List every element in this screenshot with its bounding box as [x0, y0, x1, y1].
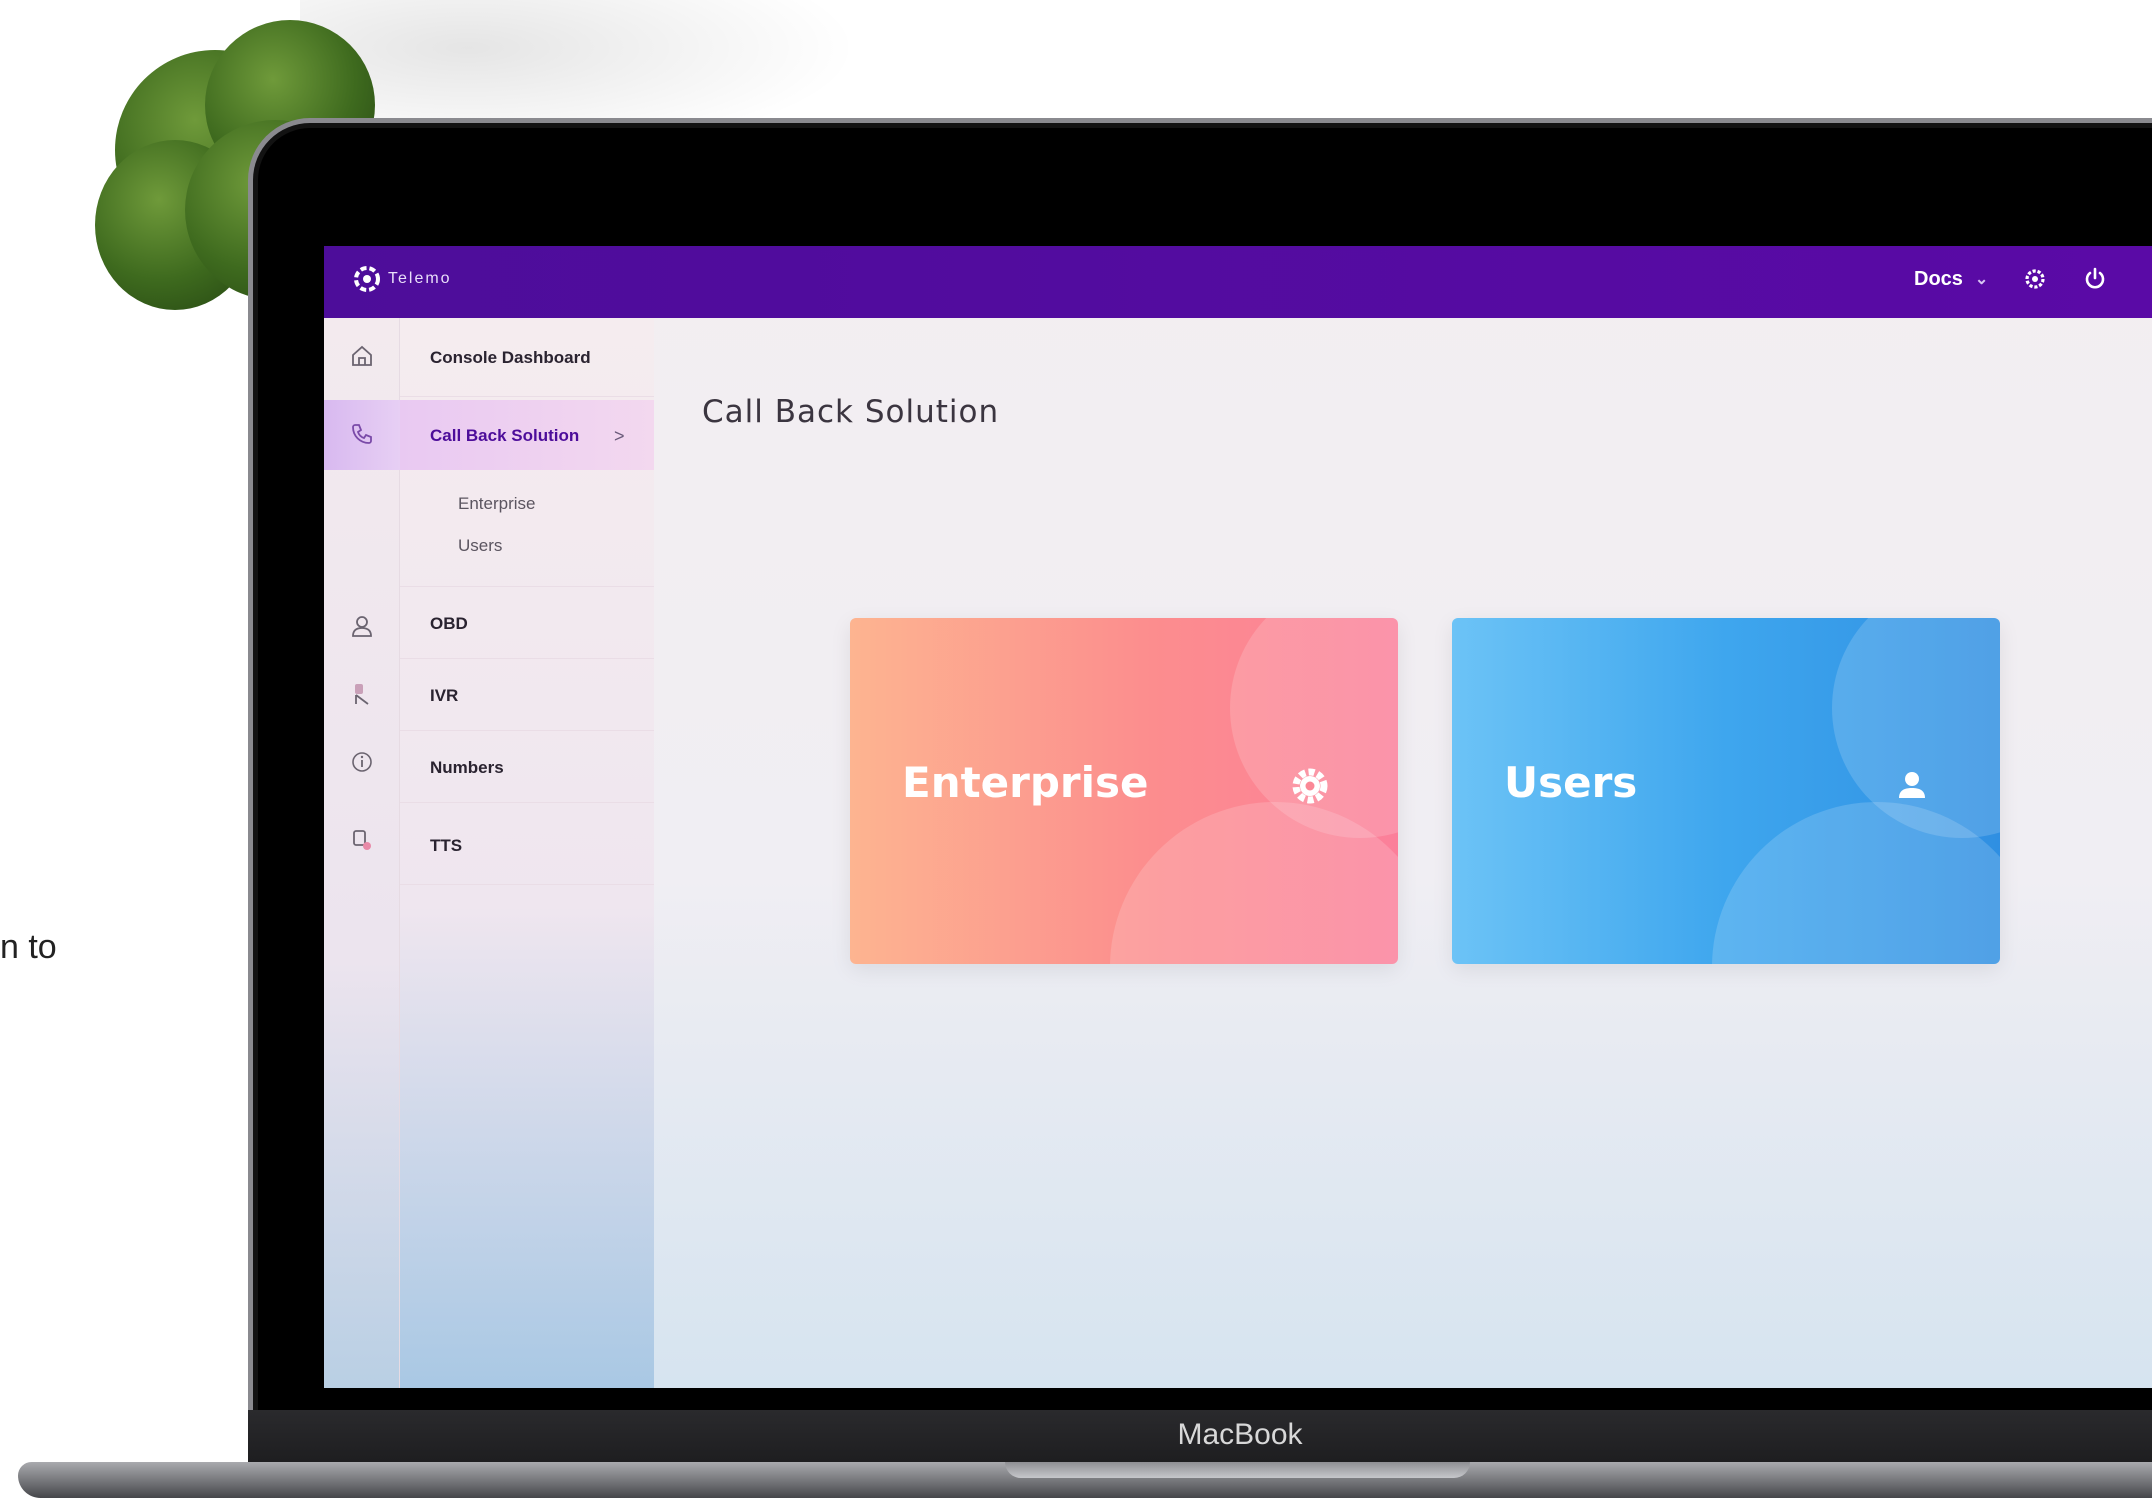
app-screen: Telemo Docs ⌄ Console Dashboard Call Bac… [324, 246, 2152, 1388]
phone-icon[interactable] [346, 418, 378, 450]
divider [400, 730, 654, 731]
sidebar-item-call-back-solution[interactable]: Call Back Solution > [400, 416, 654, 456]
divider [400, 802, 654, 803]
sidebar-item-label: OBD [430, 614, 468, 633]
sidebar-item-obd[interactable]: OBD [400, 604, 654, 644]
decor-circle [1712, 802, 2000, 964]
submenu-item-enterprise[interactable]: Enterprise [458, 494, 535, 514]
top-bar: Telemo Docs ⌄ [324, 246, 2152, 318]
sidebar-item-label: Numbers [430, 758, 504, 777]
sidebar-item-console-dashboard[interactable]: Console Dashboard [400, 338, 654, 378]
brand-name: Telemo [388, 270, 452, 287]
card-label: Users [1504, 758, 1638, 807]
sidebar-item-label: Call Back Solution [430, 426, 580, 445]
divider [400, 396, 654, 397]
divider [400, 586, 654, 587]
agent-icon[interactable] [346, 610, 378, 642]
sidebar-item-label: IVR [430, 686, 459, 705]
sidebar-item-numbers[interactable]: Numbers [400, 748, 654, 788]
power-icon[interactable] [2082, 266, 2108, 292]
settings-icon[interactable] [2022, 266, 2048, 292]
info-icon[interactable] [346, 746, 378, 778]
chevron-down-icon: ⌄ [1974, 271, 1989, 288]
sidebar-item-ivr[interactable]: IVR [400, 676, 654, 716]
enterprise-card[interactable]: Enterprise [850, 618, 1398, 964]
top-actions: Docs ⌄ [1914, 266, 2108, 292]
background-text: n to [0, 928, 57, 966]
photo-scene: n to Telemo Docs ⌄ Console Dashboard Cal… [0, 0, 2152, 1498]
gear-icon [1292, 768, 1328, 804]
sidebar-item-label: Console Dashboard [430, 348, 591, 367]
home-icon[interactable] [346, 340, 378, 372]
page-title: Call Back Solution [702, 394, 1000, 430]
sidebar-item-tts[interactable]: TTS [400, 826, 654, 866]
icon-rail [324, 318, 400, 1388]
sidebar-item-label: TTS [430, 836, 463, 855]
divider [400, 658, 654, 659]
logo-icon [354, 266, 380, 292]
docs-label: Docs [1914, 267, 1963, 290]
users-card[interactable]: Users [1452, 618, 2000, 964]
card-label: Enterprise [902, 758, 1149, 807]
submenu-item-users[interactable]: Users [458, 536, 502, 556]
decor-circle [1110, 802, 1398, 964]
brand-logo[interactable]: Telemo [354, 266, 452, 292]
tts-icon[interactable] [346, 824, 378, 856]
ivr-icon[interactable] [346, 678, 378, 710]
divider [400, 884, 654, 885]
chevron-right-icon: > [614, 425, 625, 446]
sidebar-menu: Console Dashboard Call Back Solution > E… [400, 318, 654, 1388]
docs-dropdown[interactable]: Docs ⌄ [1914, 268, 1988, 291]
device-label: MacBook [1177, 1418, 1303, 1451]
laptop-hinge-notch [1005, 1462, 1470, 1478]
user-icon [1899, 772, 1925, 798]
